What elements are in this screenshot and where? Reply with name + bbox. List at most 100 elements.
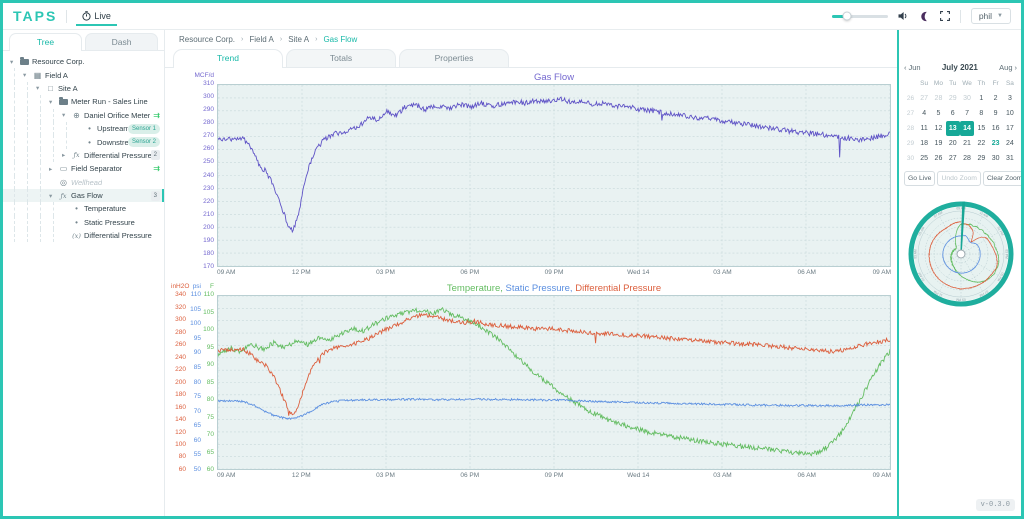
separator-icon: ▭ xyxy=(59,164,68,174)
clear-zoom-button[interactable]: Clear Zoom xyxy=(982,171,1021,186)
calendar-day-28[interactable]: 28 xyxy=(960,151,974,166)
calendar-day-23[interactable]: 23 xyxy=(988,136,1002,151)
tree-item-downstream-pressure[interactable]: • Downstream PressureSensor 2 xyxy=(3,135,164,149)
calendar-day-30[interactable]: 30 xyxy=(988,151,1002,166)
calendar-day-18[interactable]: 18 xyxy=(917,136,931,151)
calendar-day-9[interactable]: 9 xyxy=(988,106,1002,121)
volume-slider[interactable] xyxy=(831,11,888,21)
chevron-right-icon[interactable]: ▸ xyxy=(62,151,71,159)
calendar-day-24[interactable]: 24 xyxy=(1003,136,1017,151)
calendar-day-5[interactable]: 5 xyxy=(931,106,945,121)
volume-slider-thumb[interactable] xyxy=(842,11,852,21)
breadcrumb-item-gas-flow[interactable]: Gas Flow xyxy=(323,35,357,44)
moon-icon[interactable] xyxy=(919,11,930,22)
calendar-day-27[interactable]: 27 xyxy=(917,91,931,106)
tree-item-upstream-pressure[interactable]: • Upstream PressureSensor 1 xyxy=(3,121,164,136)
calendar-day-8[interactable]: 8 xyxy=(974,106,988,121)
tree-item-temperature[interactable]: • Temperature xyxy=(3,202,164,216)
tab-totals[interactable]: Totals xyxy=(286,49,396,67)
tree-indent-guide xyxy=(53,215,62,230)
tree-item-meter-run-sales-line[interactable]: ▾ Meter Run - Sales Line xyxy=(3,95,164,109)
calendar-day-11[interactable]: 11 xyxy=(917,121,931,136)
tab-trend[interactable]: Trend xyxy=(173,49,283,68)
chevron-down-icon[interactable]: ▾ xyxy=(49,98,58,106)
tree-indent-guide xyxy=(40,135,49,149)
breadcrumb-separator: › xyxy=(315,36,318,43)
calendar-day-7[interactable]: 7 xyxy=(960,106,974,121)
tree-item-site-a[interactable]: ▾ □ Site A xyxy=(3,81,164,96)
multi-series-plot[interactable] xyxy=(217,295,891,470)
dot-icon: • xyxy=(75,217,78,227)
chevron-down-icon[interactable]: ▾ xyxy=(62,111,71,119)
tree-item-static-pressure[interactable]: • Static Pressure xyxy=(3,215,164,230)
calendar-day-10[interactable]: 10 xyxy=(1003,106,1017,121)
tree-item-gas-flow[interactable]: ▾ ƒx Gas Flow 3 xyxy=(3,188,164,203)
chevron-down-icon[interactable]: ▾ xyxy=(23,71,32,79)
live-toggle[interactable]: Live xyxy=(76,7,117,26)
calendar-day-6[interactable]: 6 xyxy=(946,106,960,121)
chevron-down-icon[interactable]: ▾ xyxy=(36,84,45,92)
y-axis-tick: 50 xyxy=(193,465,201,473)
calendar-day-31[interactable]: 31 xyxy=(1003,151,1017,166)
breadcrumb-item-resource-corp[interactable]: Resource Corp. xyxy=(179,35,235,44)
calendar-day-20[interactable]: 20 xyxy=(946,136,960,151)
calendar-day-12[interactable]: 12 xyxy=(931,121,945,136)
calendar-day-29[interactable]: 29 xyxy=(946,91,960,106)
tree-item-daniel-orifice-meter[interactable]: ▾ ⊕ Daniel Orifice Meter ⇉ xyxy=(3,108,164,122)
chevron-down-icon[interactable]: ▾ xyxy=(49,192,58,200)
polar-clock-chart[interactable]: 09 AM 11 AM 01 PM 03 PM 05 PM 07 PM 09 PM 11 PM… xyxy=(904,198,1017,310)
calendar-day-13[interactable]: 13 xyxy=(945,121,960,136)
calendar-day-4[interactable]: 4 xyxy=(917,106,931,121)
go-live-button[interactable]: Go Live xyxy=(904,171,936,186)
tree-item-field-separator[interactable]: ▸ ▭ Field Separator ⇉ xyxy=(3,162,164,176)
undo-zoom-button[interactable]: Undo Zoom xyxy=(937,171,981,186)
calendar-day-14[interactable]: 14 xyxy=(959,121,975,136)
chevron-left-icon: ‹ xyxy=(904,62,907,72)
calendar-day-30[interactable]: 30 xyxy=(960,91,974,106)
main-tabs: Trend Totals Properties xyxy=(165,49,897,68)
calendar-day-3[interactable]: 3 xyxy=(1003,91,1017,106)
tree-indent-guide xyxy=(27,81,36,96)
calendar-grid: Su Mo Tu We Th Fr Sa 26 27 28 29 30 1 2 3 27 4 5 6 7 8 9 10 28 1… xyxy=(904,76,1017,166)
calendar-day-28[interactable]: 28 xyxy=(931,91,945,106)
calendar-day-19[interactable]: 19 xyxy=(931,136,945,151)
breadcrumb-item-site-a[interactable]: Site A xyxy=(288,35,309,44)
calendar-day-16[interactable]: 16 xyxy=(988,121,1002,136)
calendar-day-29[interactable]: 29 xyxy=(974,151,988,166)
user-menu[interactable]: phil ▼ xyxy=(970,8,1011,24)
speaker-icon[interactable] xyxy=(898,11,909,21)
calendar-prev-month[interactable]: ‹ Jun xyxy=(904,63,921,72)
chevron-down-icon[interactable]: ▾ xyxy=(10,58,19,66)
calendar-day-21[interactable]: 21 xyxy=(960,136,974,151)
calendar-day-27[interactable]: 27 xyxy=(946,151,960,166)
tree-item-differential-pressure[interactable]: ▸ ƒx Differential Pressure 2 xyxy=(3,148,164,163)
calendar-day-header: Th xyxy=(977,80,986,87)
x-axis-tick: 09 AM xyxy=(217,269,236,276)
sidebar-tab-dash[interactable]: Dash xyxy=(85,33,158,50)
tree-item-wellhead[interactable]: ◎ Wellhead xyxy=(3,175,164,189)
breadcrumb-item-field-a[interactable]: Field A xyxy=(249,35,273,44)
tree-item-resource-corp[interactable]: ▾ Resource Corp. xyxy=(3,55,164,68)
calendar-day-17[interactable]: 17 xyxy=(1003,121,1017,136)
sidebar-tab-tree[interactable]: Tree xyxy=(9,33,82,51)
calendar-day-26[interactable]: 26 xyxy=(931,151,945,166)
calendar-day-1[interactable]: 1 xyxy=(974,91,988,106)
calendar-day-2[interactable]: 2 xyxy=(988,91,1002,106)
calendar-day-15[interactable]: 15 xyxy=(974,121,988,136)
tree-item-badge: Sensor 1 xyxy=(127,123,160,134)
calendar-next-month[interactable]: Aug › xyxy=(999,63,1017,72)
tree-item-field-a[interactable]: ▾ ▦ Field A xyxy=(3,68,164,82)
calendar-day-22[interactable]: 22 xyxy=(974,136,988,151)
tree-item-differential-pressure[interactable]: (x) Differential Pressure xyxy=(3,229,164,243)
y-axis-tick: 75 xyxy=(193,392,201,400)
calendar-day-25[interactable]: 25 xyxy=(917,151,931,166)
flow-arrow-icon: ⇉ xyxy=(153,164,160,174)
fullscreen-icon[interactable] xyxy=(939,11,950,21)
calendar-week-number: 27 xyxy=(906,110,915,117)
chevron-right-icon[interactable]: ▸ xyxy=(49,165,58,173)
tree-indent-guide xyxy=(27,202,36,216)
tab-properties[interactable]: Properties xyxy=(399,49,509,67)
gas-flow-plot[interactable] xyxy=(217,84,891,267)
chevron-down-icon: ▼ xyxy=(997,13,1003,19)
y-axis-tick: 260 xyxy=(203,145,214,153)
